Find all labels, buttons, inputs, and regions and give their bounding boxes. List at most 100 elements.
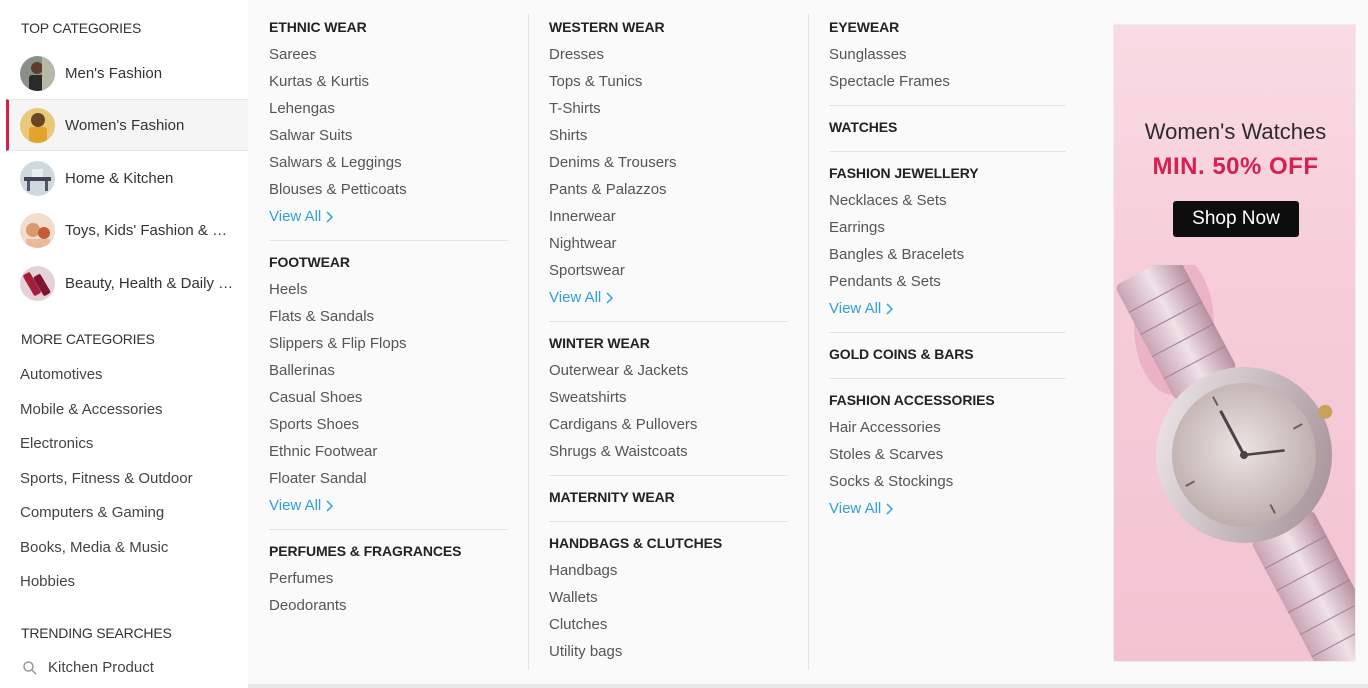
menu-link[interactable]: Pants & Palazzos (549, 176, 788, 203)
menu-link[interactable]: Slippers & Flip Flops (269, 330, 508, 357)
sidebar-item-home-kitchen[interactable]: Home & Kitchen (6, 152, 248, 204)
view-all-link[interactable]: View All (269, 203, 508, 230)
trending-search-item[interactable]: Kitchen Product (22, 659, 154, 676)
menu-link[interactable]: Outerwear & Jackets (549, 357, 788, 384)
view-all-link[interactable]: View All (829, 295, 1066, 322)
search-icon (23, 660, 37, 675)
view-all-link[interactable]: View All (829, 495, 1066, 522)
menu-column-2: WESTERN WEAR Dresses Tops & Tunics T-Shi… (549, 14, 788, 665)
menu-link[interactable]: Utility bags (549, 638, 788, 665)
menu-link[interactable]: Blouses & Petticoats (269, 176, 508, 203)
more-categories-heading: MORE CATEGORIES (21, 331, 155, 347)
group-separator (549, 521, 788, 522)
womens-fashion-thumbnail-icon (20, 107, 55, 143)
group-separator (829, 151, 1066, 152)
sidebar-link-computers-gaming[interactable]: Computers & Gaming (20, 504, 164, 521)
chevron-right-icon (886, 302, 894, 315)
menu-link[interactable]: Nightwear (549, 230, 788, 257)
sidebar-link-mobile-accessories[interactable]: Mobile & Accessories (20, 401, 163, 418)
menu-link[interactable]: Socks & Stockings (829, 468, 1066, 495)
menu-link[interactable]: Hair Accessories (829, 414, 1066, 441)
view-all-link[interactable]: View All (549, 284, 788, 311)
menu-link[interactable]: Necklaces & Sets (829, 187, 1066, 214)
menu-link[interactable]: Ballerinas (269, 357, 508, 384)
sidebar-link-sports-fitness[interactable]: Sports, Fitness & Outdoor (20, 470, 193, 487)
watches-heading[interactable]: WATCHES (829, 114, 1066, 141)
handbags-clutches-heading[interactable]: HANDBAGS & CLUTCHES (549, 530, 788, 557)
winter-wear-heading[interactable]: WINTER WEAR (549, 330, 788, 357)
menu-link[interactable]: Clutches (549, 611, 788, 638)
column-divider (808, 14, 809, 670)
menu-link[interactable]: Sports Shoes (269, 411, 508, 438)
menu-link[interactable]: Cardigans & Pullovers (549, 411, 788, 438)
sidebar-item-label: Home & Kitchen (65, 169, 174, 187)
group-separator (269, 240, 508, 241)
panel-bottom-border (248, 684, 1368, 688)
menu-link[interactable]: Sarees (269, 41, 508, 68)
view-all-link[interactable]: View All (269, 492, 508, 519)
menu-link[interactable]: Wallets (549, 584, 788, 611)
menu-link[interactable]: Innerwear (549, 203, 788, 230)
banner-offer: MIN. 50% OFF (1152, 153, 1319, 180)
gold-coins-heading[interactable]: GOLD COINS & BARS (829, 341, 1066, 368)
menu-link[interactable]: Bangles & Bracelets (829, 241, 1066, 268)
menu-link[interactable]: Casual Shoes (269, 384, 508, 411)
menu-link[interactable]: Heels (269, 276, 508, 303)
sidebar-item-label: Toys, Kids' Fashion & more (65, 221, 235, 239)
menu-link[interactable]: Sunglasses (829, 41, 1066, 68)
menu-link[interactable]: Stoles & Scarves (829, 441, 1066, 468)
trending-search-label: Kitchen Product (48, 659, 154, 676)
menu-link[interactable]: Pendants & Sets (829, 268, 1066, 295)
menu-link[interactable]: Ethnic Footwear (269, 438, 508, 465)
menu-link[interactable]: Shirts (549, 122, 788, 149)
ethnic-wear-heading[interactable]: ETHNIC WEAR (269, 14, 508, 41)
sidebar-item-toys-kids[interactable]: Toys, Kids' Fashion & more (6, 204, 248, 256)
fashion-jewellery-heading[interactable]: FASHION JEWELLERY (829, 160, 1066, 187)
menu-link[interactable]: Salwars & Leggings (269, 149, 508, 176)
sidebar-item-label: Beauty, Health & Daily Needs (65, 274, 235, 292)
sidebar-link-books-media[interactable]: Books, Media & Music (20, 539, 168, 556)
group-separator (829, 332, 1066, 333)
menu-link[interactable]: Lehengas (269, 95, 508, 122)
footwear-heading[interactable]: FOOTWEAR (269, 249, 508, 276)
menu-link[interactable]: Deodorants (269, 592, 508, 619)
menu-link[interactable]: T-Shirts (549, 95, 788, 122)
menu-link[interactable]: Floater Sandal (269, 465, 508, 492)
fashion-accessories-heading[interactable]: FASHION ACCESSORIES (829, 387, 1066, 414)
group-separator (269, 529, 508, 530)
menu-link[interactable]: Dresses (549, 41, 788, 68)
menu-link[interactable]: Salwar Suits (269, 122, 508, 149)
sidebar-item-womens-fashion[interactable]: Women's Fashion (6, 99, 248, 151)
menu-link[interactable]: Sweatshirts (549, 384, 788, 411)
chevron-right-icon (326, 499, 334, 512)
trending-searches-heading: TRENDING SEARCHES (21, 625, 172, 641)
perfumes-heading[interactable]: PERFUMES & FRAGRANCES (269, 538, 508, 565)
sidebar-item-label: Women's Fashion (65, 116, 185, 134)
maternity-wear-heading[interactable]: MATERNITY WEAR (549, 484, 788, 511)
menu-link[interactable]: Sportswear (549, 257, 788, 284)
beauty-health-thumbnail-icon (20, 265, 55, 301)
chevron-right-icon (606, 291, 614, 304)
menu-column-3: EYEWEAR Sunglasses Spectacle Frames WATC… (829, 14, 1066, 522)
menu-link[interactable]: Earrings (829, 214, 1066, 241)
top-categories-heading: TOP CATEGORIES (21, 20, 142, 36)
menu-link[interactable]: Shrugs & Waistcoats (549, 438, 788, 465)
shop-now-button[interactable]: Shop Now (1173, 201, 1299, 237)
menu-link[interactable]: Flats & Sandals (269, 303, 508, 330)
menu-link[interactable]: Kurtas & Kurtis (269, 68, 508, 95)
menu-link[interactable]: Denims & Trousers (549, 149, 788, 176)
eyewear-heading[interactable]: EYEWEAR (829, 14, 1066, 41)
toys-kids-thumbnail-icon (20, 212, 55, 248)
sidebar-link-automotives[interactable]: Automotives (20, 366, 103, 383)
western-wear-heading[interactable]: WESTERN WEAR (549, 14, 788, 41)
group-separator (829, 105, 1066, 106)
promo-banner[interactable]: Women's Watches MIN. 50% OFF Shop Now (1113, 24, 1356, 662)
sidebar-item-mens-fashion[interactable]: Men's Fashion (6, 47, 248, 99)
menu-link[interactable]: Perfumes (269, 565, 508, 592)
sidebar-link-hobbies[interactable]: Hobbies (20, 573, 75, 590)
sidebar-link-electronics[interactable]: Electronics (20, 435, 93, 452)
menu-link[interactable]: Handbags (549, 557, 788, 584)
menu-link[interactable]: Tops & Tunics (549, 68, 788, 95)
menu-link[interactable]: Spectacle Frames (829, 68, 1066, 95)
sidebar-item-beauty-health[interactable]: Beauty, Health & Daily Needs (6, 257, 248, 309)
